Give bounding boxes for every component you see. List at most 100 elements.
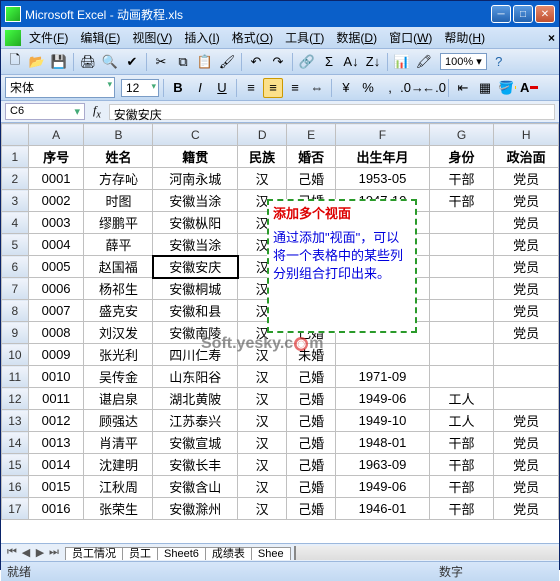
cell[interactable]: 己婚	[287, 498, 336, 520]
select-all[interactable]	[2, 124, 29, 146]
fill-color-icon[interactable]: 🪣	[497, 78, 517, 98]
cell[interactable]	[429, 322, 494, 344]
cell[interactable]: 安徽含山	[153, 476, 238, 498]
cell[interactable]: 出生年月	[336, 146, 430, 168]
sort-desc-icon[interactable]: Z↓	[363, 52, 383, 72]
menu-o[interactable]: 格式(O)	[230, 31, 275, 45]
row-header-8[interactable]: 8	[2, 300, 29, 322]
cell[interactable]: 党员	[494, 498, 559, 520]
cell[interactable]: 杨祁生	[84, 278, 153, 300]
cell[interactable]: 党员	[494, 278, 559, 300]
cell[interactable]: 安徽南陵	[153, 322, 238, 344]
undo-icon[interactable]: ↶	[246, 52, 266, 72]
row-header-14[interactable]: 14	[2, 432, 29, 454]
cell[interactable]: 婚否	[287, 146, 336, 168]
cell[interactable]: 0002	[28, 190, 84, 212]
cell[interactable]: 干部	[429, 190, 494, 212]
cut-icon[interactable]: ✂	[151, 52, 171, 72]
cell[interactable]: 党员	[494, 234, 559, 256]
chart-icon[interactable]: 📊	[392, 52, 412, 72]
cell[interactable]: 序号	[28, 146, 84, 168]
row-header-13[interactable]: 13	[2, 410, 29, 432]
menu-f[interactable]: 文件(F)	[27, 31, 70, 45]
row-header-5[interactable]: 5	[2, 234, 29, 256]
cell[interactable]: 0005	[28, 256, 84, 278]
cell[interactable]: 1949-06	[336, 388, 430, 410]
row-header-9[interactable]: 9	[2, 322, 29, 344]
cell[interactable]: 汉	[238, 388, 287, 410]
cell[interactable]: 党员	[494, 190, 559, 212]
cell[interactable]: 顾强达	[84, 410, 153, 432]
menu-e[interactable]: 编辑(E)	[78, 31, 122, 45]
comment-callout[interactable]: 添加多个视面 通过添加"视面"，可以将一个表格中的某些列分别组合打印出来。	[267, 199, 417, 333]
comma-icon[interactable]: ,	[380, 78, 400, 98]
cell[interactable]	[429, 344, 494, 366]
cell[interactable]: 1971-09	[336, 366, 430, 388]
print-icon[interactable]: 🖨	[78, 52, 98, 72]
cell[interactable]: 工人	[429, 410, 494, 432]
cell[interactable]: 汉	[238, 432, 287, 454]
bold-icon[interactable]: B	[168, 78, 188, 98]
cell[interactable]: 1946-01	[336, 498, 430, 520]
cell[interactable]: 0013	[28, 432, 84, 454]
cell[interactable]: 张荣生	[84, 498, 153, 520]
maximize-button[interactable]: □	[513, 5, 533, 23]
cell[interactable]: 干部	[429, 498, 494, 520]
sheet-tab[interactable]: Shee	[251, 547, 291, 560]
cell[interactable]: 0014	[28, 454, 84, 476]
menu-v[interactable]: 视图(V)	[130, 31, 174, 45]
cell[interactable]: 党员	[494, 300, 559, 322]
cell[interactable]: 己婚	[287, 388, 336, 410]
cell[interactable]	[494, 366, 559, 388]
drawing-icon[interactable]: 🖍	[414, 52, 434, 72]
cell[interactable]: 0012	[28, 410, 84, 432]
cell[interactable]: 0004	[28, 234, 84, 256]
cell[interactable]: 姓名	[84, 146, 153, 168]
horiz-scrollbar[interactable]	[294, 546, 559, 560]
col-header-A[interactable]: A	[28, 124, 84, 146]
tab-nav[interactable]: ⏮◀▶⏭	[5, 546, 61, 559]
cell[interactable]	[494, 388, 559, 410]
cell[interactable]	[429, 300, 494, 322]
align-right-icon[interactable]: ≡	[285, 78, 305, 98]
worksheet-grid[interactable]: ABCDEFGH 1序号姓名籍贯民族婚否出生年月身份政治面20001方存吣河南永…	[1, 123, 559, 543]
menu-h[interactable]: 帮助(H)	[442, 31, 487, 45]
cell[interactable]: 江苏泰兴	[153, 410, 238, 432]
row-header-2[interactable]: 2	[2, 168, 29, 190]
col-header-D[interactable]: D	[238, 124, 287, 146]
cell[interactable]	[336, 344, 430, 366]
cell[interactable]: 0016	[28, 498, 84, 520]
italic-icon[interactable]: I	[190, 78, 210, 98]
format-painter-icon[interactable]: 🖌	[217, 52, 237, 72]
fx-icon[interactable]: fx	[93, 103, 101, 120]
cell[interactable]: 安徽枞阳	[153, 212, 238, 234]
font-color-icon[interactable]: A	[519, 78, 539, 98]
cell[interactable]: 身份	[429, 146, 494, 168]
align-left-icon[interactable]: ≡	[241, 78, 261, 98]
borders-icon[interactable]: ▦	[475, 78, 495, 98]
cell[interactable]: 党员	[494, 256, 559, 278]
cell[interactable]: 0003	[28, 212, 84, 234]
help-icon[interactable]: ?	[489, 52, 509, 72]
redo-icon[interactable]: ↷	[268, 52, 288, 72]
cell[interactable]	[429, 234, 494, 256]
cell[interactable]: 江秋周	[84, 476, 153, 498]
underline-icon[interactable]: U	[212, 78, 232, 98]
cell[interactable]: 1949-10	[336, 410, 430, 432]
formula-bar[interactable]: 安徽安庆	[109, 104, 555, 120]
cell[interactable]: 己婚	[287, 432, 336, 454]
menu-w[interactable]: 窗口(W)	[387, 31, 434, 45]
cell[interactable]: 山东阳谷	[153, 366, 238, 388]
cell[interactable]: 张光利	[84, 344, 153, 366]
cell[interactable]: 盛克安	[84, 300, 153, 322]
row-header-6[interactable]: 6	[2, 256, 29, 278]
cell[interactable]: 1953-05	[336, 168, 430, 190]
cell[interactable]	[429, 278, 494, 300]
open-icon[interactable]: 📂	[27, 52, 47, 72]
autosum-icon[interactable]: Σ	[319, 52, 339, 72]
cell[interactable]: 1963-09	[336, 454, 430, 476]
font-combo[interactable]: 宋体	[5, 77, 115, 98]
row-header-12[interactable]: 12	[2, 388, 29, 410]
cell[interactable]: 0015	[28, 476, 84, 498]
row-header-16[interactable]: 16	[2, 476, 29, 498]
